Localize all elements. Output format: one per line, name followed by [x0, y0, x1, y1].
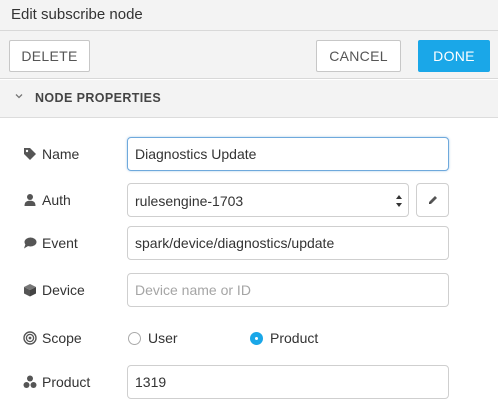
name-label: Name	[42, 146, 80, 162]
pencil-icon	[429, 196, 437, 204]
scope-option-product-label: Product	[270, 330, 319, 346]
user-icon	[24, 194, 36, 206]
product-label: Product	[42, 374, 91, 390]
auth-select[interactable]: rulesengine-1703	[127, 183, 409, 217]
auth-row: Auth rulesengine-1703	[0, 183, 498, 217]
device-input[interactable]	[127, 273, 449, 307]
event-label: Event	[42, 235, 78, 251]
event-input[interactable]	[127, 226, 449, 260]
cube-icon	[24, 284, 36, 297]
name-row: Name	[0, 137, 498, 171]
cubes-icon	[23, 375, 37, 388]
cancel-button[interactable]: CANCEL	[316, 40, 401, 72]
node-properties-header[interactable]: NODE PROPERTIES	[0, 80, 498, 118]
auth-selected-value: rulesengine-1703	[135, 193, 244, 209]
radio-circle-product[interactable]	[250, 332, 263, 345]
bullseye-icon	[23, 331, 37, 345]
name-input[interactable]	[127, 137, 449, 171]
event-row: Event	[0, 226, 498, 260]
scope-label: Scope	[42, 330, 82, 346]
auth-label: Auth	[42, 192, 71, 208]
scope-row: Scope User Product	[0, 321, 498, 355]
radio-circle-user[interactable]	[128, 332, 141, 345]
scope-radio-user[interactable]: User	[128, 329, 188, 347]
section-title: NODE PROPERTIES	[35, 91, 162, 105]
device-label: Device	[42, 282, 85, 298]
dialog-toolbar: DELETE CANCEL DONE	[0, 31, 498, 79]
edit-auth-button[interactable]	[416, 183, 449, 217]
delete-button[interactable]: DELETE	[9, 40, 90, 72]
scope-radio-product[interactable]: Product	[250, 329, 330, 347]
chevron-down-icon	[15, 94, 23, 99]
product-row: Product	[0, 365, 498, 399]
comment-icon	[24, 237, 37, 249]
scope-option-user-label: User	[148, 330, 178, 346]
tag-icon	[24, 148, 36, 160]
dialog-titlebar: Edit subscribe node	[0, 0, 498, 31]
select-arrows-icon	[396, 195, 402, 207]
done-button[interactable]: DONE	[418, 40, 490, 72]
dialog-title: Edit subscribe node	[11, 6, 143, 23]
device-row: Device	[0, 273, 498, 307]
product-input[interactable]	[127, 365, 449, 399]
